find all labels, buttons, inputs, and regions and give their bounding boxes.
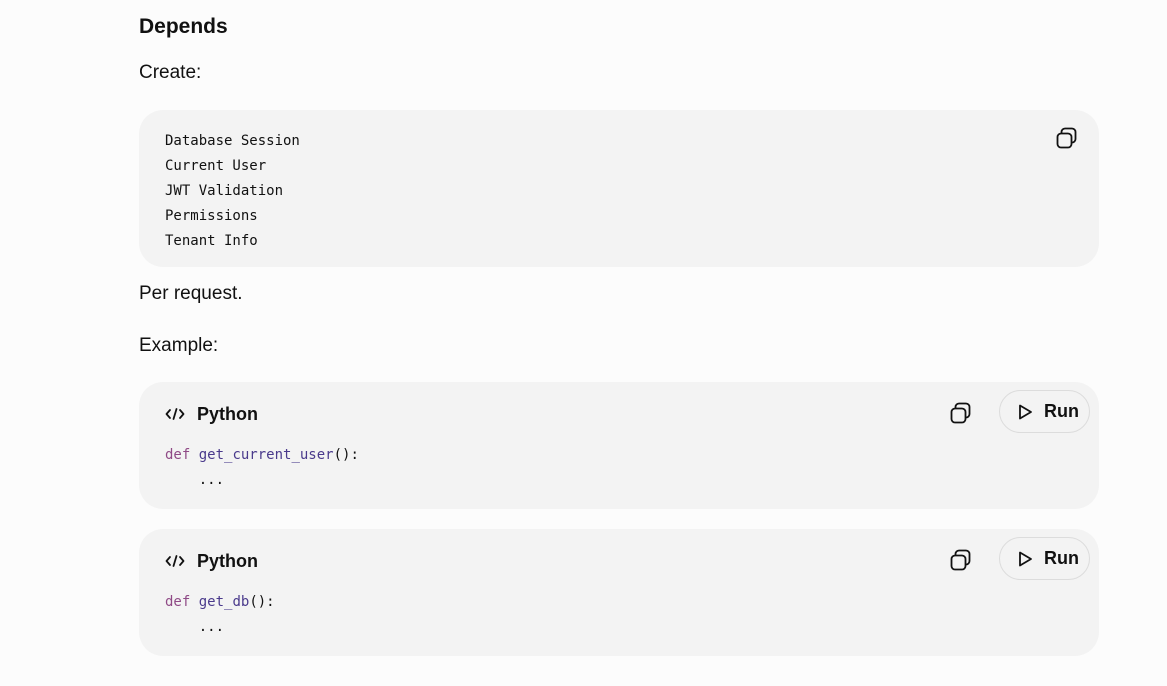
code-content: def get_db(): ... xyxy=(165,590,275,640)
list-line: JWT Validation xyxy=(165,183,284,199)
code-content: def get_current_user(): ... xyxy=(165,443,359,493)
code-signature: (): xyxy=(333,447,359,463)
code-header: Python xyxy=(165,402,258,426)
run-label: Run xyxy=(1044,401,1079,421)
section-heading: Depends xyxy=(139,15,228,38)
copy-icon[interactable] xyxy=(1054,125,1080,151)
code-function: get_db xyxy=(198,594,250,610)
code-signature: (): xyxy=(249,594,275,610)
code-block: Python Run def get_current_user(): ... xyxy=(139,382,1099,509)
list-line: Tenant Info xyxy=(165,233,258,249)
list-line: Database Session xyxy=(165,133,300,149)
run-label: Run xyxy=(1044,548,1079,568)
list-line: Current User xyxy=(165,158,267,174)
play-icon xyxy=(1016,550,1034,568)
example-label: Example: xyxy=(139,335,219,356)
intro-text: Create: xyxy=(139,62,202,83)
code-keyword: def xyxy=(165,447,191,463)
list-code-block: Database Session Current User JWT Validati… xyxy=(139,110,1099,267)
list-lines: Database Session Current User JWT Validati… xyxy=(165,129,300,254)
code-line: def get_current_user(): xyxy=(165,443,359,468)
copy-icon[interactable] xyxy=(948,400,974,426)
code-line: ... xyxy=(165,619,225,635)
per-request-text: Per request. xyxy=(139,283,243,304)
play-icon xyxy=(1016,403,1034,421)
run-button[interactable]: Run xyxy=(999,390,1090,433)
code-language: Python xyxy=(197,403,258,424)
page: Depends Create: Database Session Current … xyxy=(0,0,1167,686)
copy-icon[interactable] xyxy=(948,547,974,573)
run-button[interactable]: Run xyxy=(999,537,1090,580)
code-icon xyxy=(165,553,185,569)
code-line: ... xyxy=(165,472,225,488)
code-block: Python Run def get_db(): ... xyxy=(139,529,1099,656)
code-language: Python xyxy=(197,550,258,571)
code-keyword: def xyxy=(165,594,191,610)
code-icon xyxy=(165,406,185,422)
code-function: get_current_user xyxy=(198,447,334,463)
list-line: Permissions xyxy=(165,208,258,224)
code-line: def get_db(): xyxy=(165,590,275,615)
code-header: Python xyxy=(165,549,258,573)
